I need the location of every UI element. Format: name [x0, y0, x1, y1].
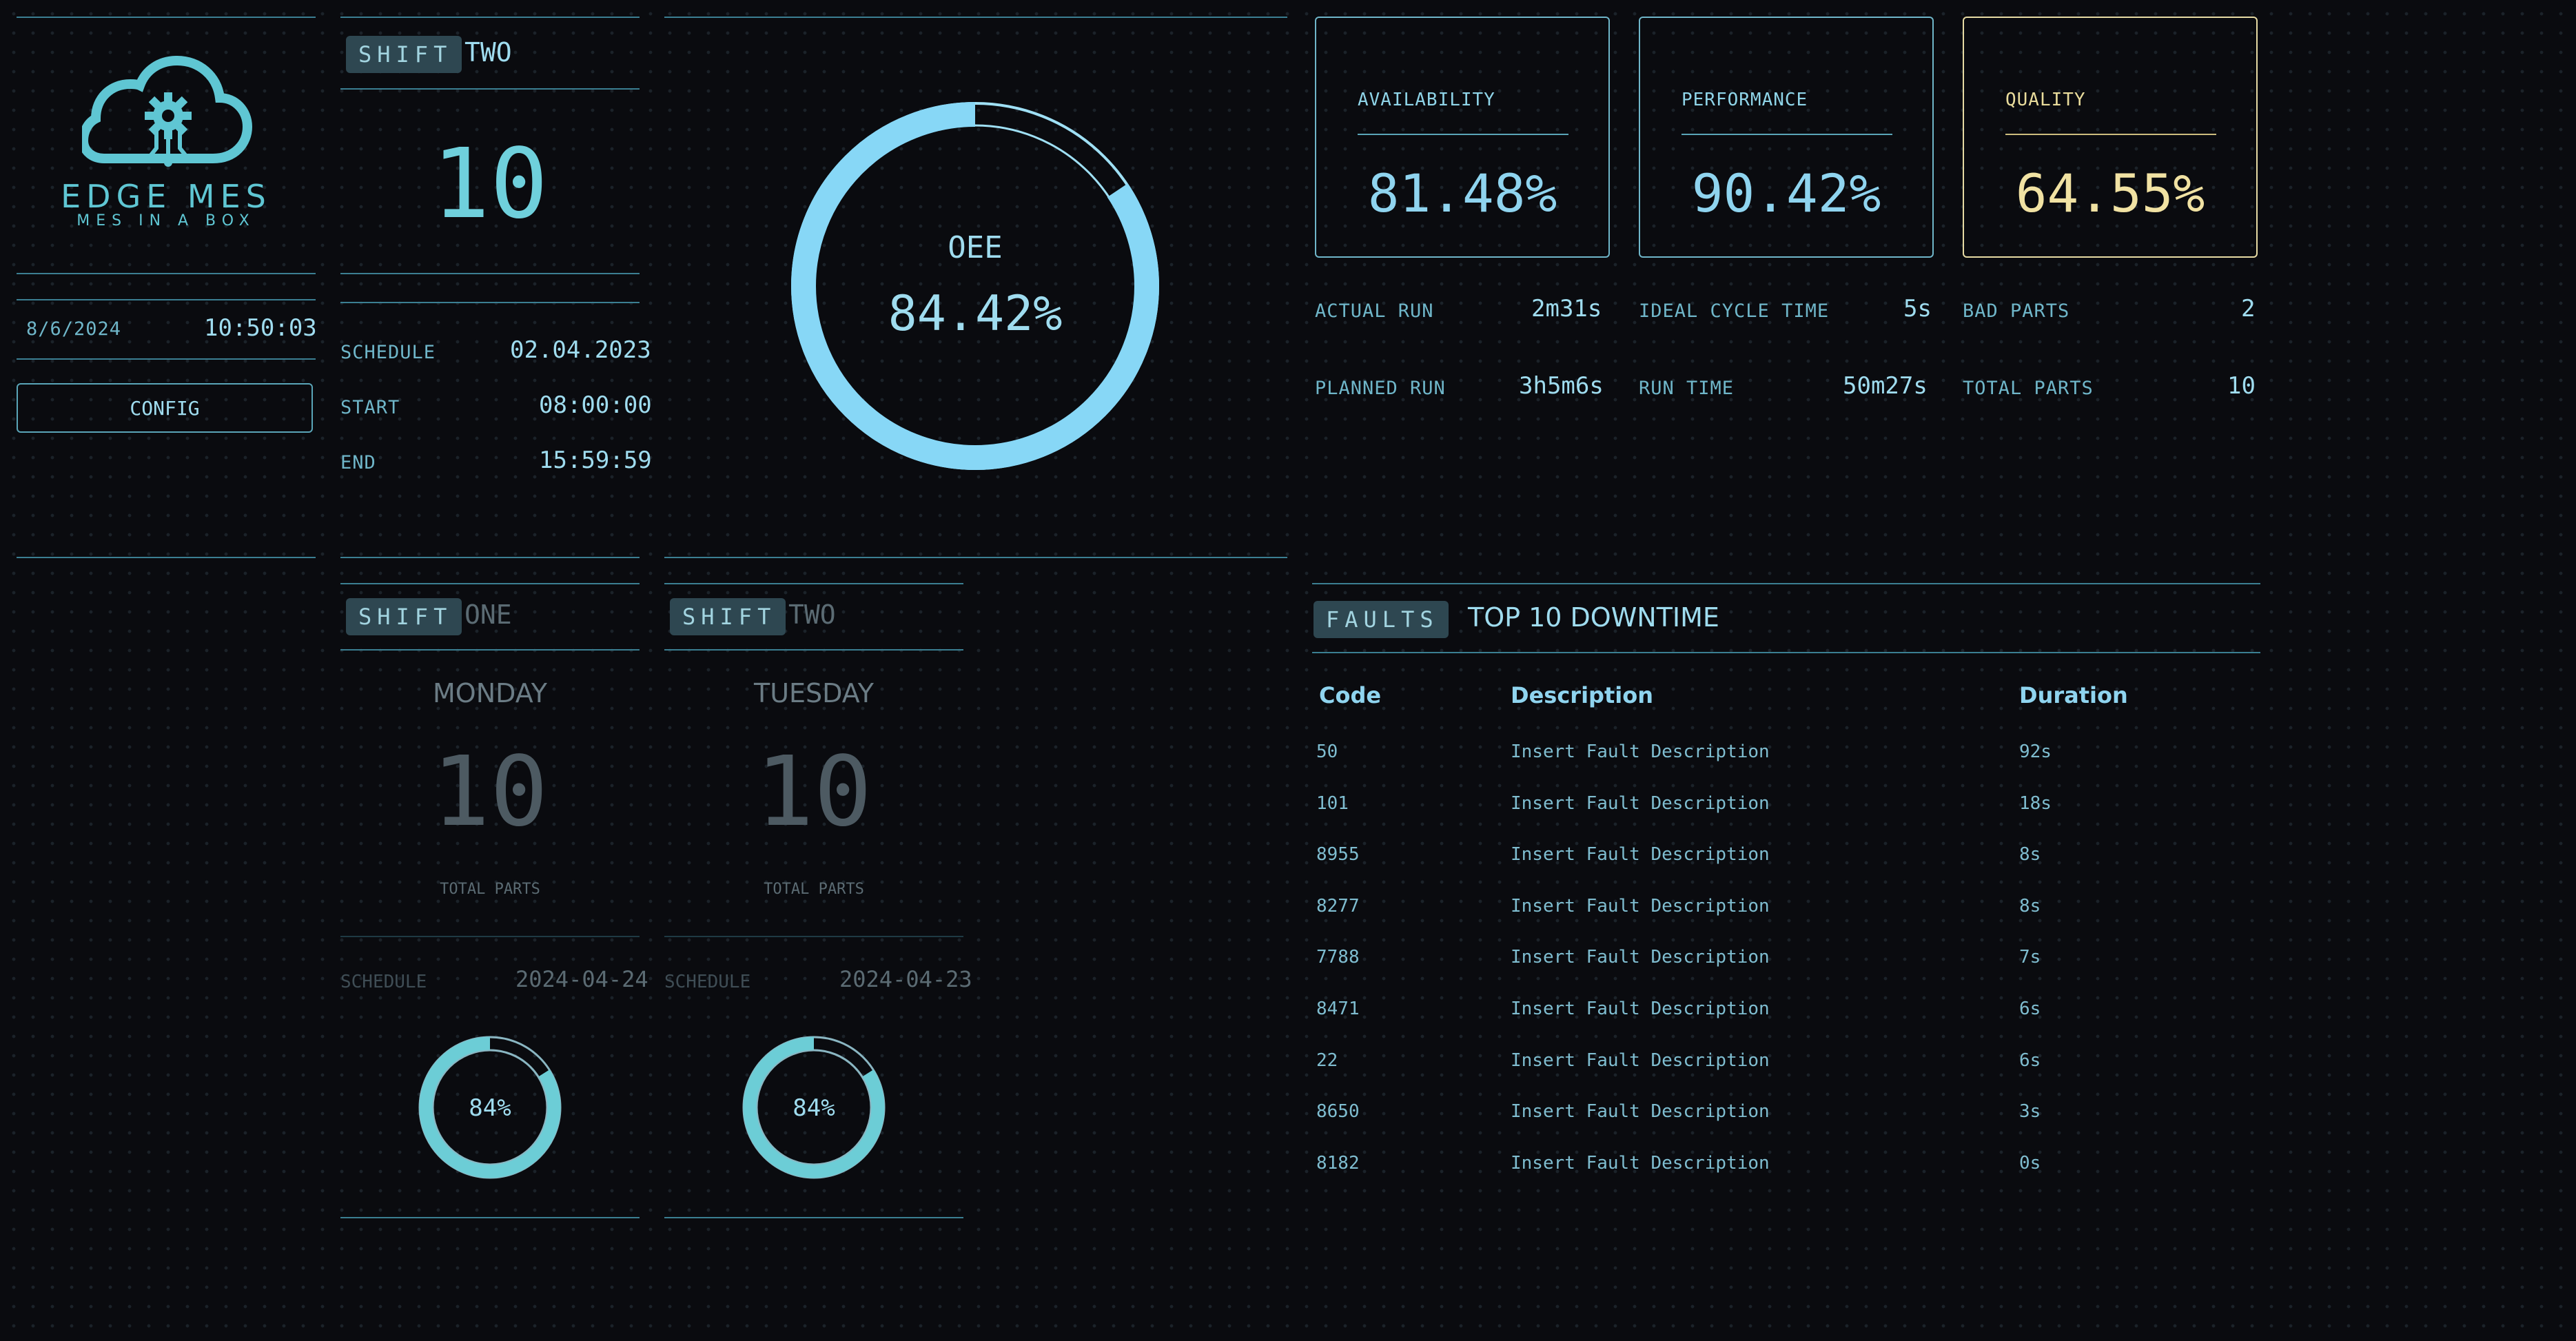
fault-dur: 6s [2019, 1050, 2041, 1071]
availability-value: 81.48% [1367, 163, 1557, 224]
oee-label: OEE [948, 230, 1003, 265]
fault-code: 7788 [1316, 947, 1360, 968]
history-shift-one-count-label: TOTAL PARTS [440, 881, 540, 898]
fault-dur: 92s [2019, 741, 2052, 762]
brand-name: EDGE MES [61, 178, 272, 215]
fault-dur: 8s [2019, 895, 2041, 917]
fault-code: 8650 [1316, 1101, 1360, 1123]
clock-time: 10:50:03 [204, 314, 317, 342]
history-shift-two-schedule-label: SCHEDULE [664, 972, 751, 992]
history-shift-one-schedule-label: SCHEDULE [340, 972, 427, 992]
run-time-label: RUN TIME [1639, 378, 1735, 399]
cloud-gear-icon [82, 55, 253, 167]
availability-card: AVAILABILITY 81.48% [1315, 17, 1610, 258]
history-shift-one-schedule: 2024-04-24 [515, 966, 648, 992]
fault-code: 101 [1316, 792, 1349, 814]
start-label: START [340, 397, 400, 418]
clock-date: 8/6/2024 [26, 318, 122, 340]
faults-col-duration: Duration [2019, 682, 2128, 708]
fault-row: 8650 Insert Fault Description 3s [1316, 1101, 2260, 1152]
history-shift-two-count: 10 [755, 736, 872, 848]
quality-label: QUALITY [2005, 90, 2086, 110]
config-button-label: CONFIG [130, 397, 200, 420]
fault-dur: 8s [2019, 844, 2041, 866]
fault-desc: Insert Fault Description [1511, 792, 1770, 814]
history-shift-two-count-label: TOTAL PARTS [764, 881, 864, 898]
actual-run-label: ACTUAL RUN [1315, 300, 1434, 322]
fault-desc: Insert Fault Description [1511, 1152, 1770, 1174]
schedule-label: SCHEDULE [340, 342, 436, 363]
fault-code: 8955 [1316, 844, 1360, 866]
history-shift-one-badge: SHIFT [346, 598, 462, 635]
oee-value: 84.42% [888, 285, 1063, 342]
current-shift-badge: SHIFT [346, 36, 462, 73]
fault-row: 8471 Insert Fault Description 6s [1316, 999, 2260, 1050]
performance-value: 90.42% [1691, 163, 1881, 224]
history-shift-one-oee: 84% [469, 1094, 511, 1122]
logo: EDGE MES MES IN A BOX [17, 55, 316, 234]
bad-parts-label: BAD PARTS [1963, 300, 2070, 322]
history-shift-two-badge: SHIFT [670, 598, 786, 635]
faults-badge: FAULTS [1313, 601, 1449, 638]
config-button[interactable]: CONFIG [17, 383, 313, 433]
performance-label: PERFORMANCE [1681, 90, 1808, 110]
brand-tagline: MES IN A BOX [76, 212, 256, 229]
fault-row: 50 Insert Fault Description 92s [1316, 741, 2260, 792]
fault-desc: Insert Fault Description [1511, 947, 1770, 968]
fault-row: 101 Insert Fault Description 18s [1316, 793, 2260, 844]
fault-dur: 6s [2019, 999, 2041, 1019]
bad-parts-value: 2 [2241, 295, 2256, 323]
availability-label: AVAILABILITY [1358, 90, 1495, 110]
quality-card: QUALITY 64.55% [1963, 17, 2258, 258]
fault-desc: Insert Fault Description [1511, 741, 1770, 762]
history-shift-two-day: TUESDAY [753, 678, 874, 708]
fault-row: 8182 Insert Fault Description 0s [1316, 1153, 2260, 1204]
faults-col-code: Code [1319, 682, 1382, 708]
history-shift-two-schedule: 2024-04-23 [839, 966, 972, 992]
history-shift-two-oee: 84% [793, 1094, 835, 1122]
quality-value: 64.55% [2015, 163, 2205, 224]
history-shift-one-day: MONDAY [433, 678, 547, 708]
planned-run-label: PLANNED RUN [1315, 378, 1446, 399]
fault-dur: 0s [2019, 1152, 2041, 1174]
fault-code: 50 [1316, 741, 1338, 762]
fault-row: 7788 Insert Fault Description 7s [1316, 947, 2260, 998]
history-shift-two-name: TWO [788, 600, 836, 630]
total-parts-value: 10 [2227, 372, 2256, 400]
fault-dur: 18s [2019, 792, 2052, 814]
fault-desc: Insert Fault Description [1511, 844, 1770, 866]
faults-title: TOP 10 DOWNTIME [1468, 602, 1719, 633]
fault-dur: 3s [2019, 1101, 2041, 1123]
current-shift-count: 10 [431, 128, 549, 240]
actual-run-value: 2m31s [1531, 295, 1602, 323]
total-parts-label: TOTAL PARTS [1963, 378, 2094, 399]
fault-dur: 7s [2019, 947, 2041, 968]
fault-code: 8277 [1316, 895, 1360, 917]
fault-desc: Insert Fault Description [1511, 1050, 1770, 1071]
fault-row: 8955 Insert Fault Description 8s [1316, 844, 2260, 895]
start-value: 08:00:00 [539, 391, 652, 419]
performance-card: PERFORMANCE 90.42% [1639, 17, 1934, 258]
fault-desc: Insert Fault Description [1511, 895, 1770, 917]
schedule-value: 02.04.2023 [510, 336, 651, 364]
fault-desc: Insert Fault Description [1511, 999, 1770, 1019]
fault-code: 22 [1316, 1050, 1338, 1071]
fault-code: 8182 [1316, 1152, 1360, 1174]
fault-row: 22 Insert Fault Description 6s [1316, 1050, 2260, 1101]
end-label: END [340, 452, 376, 473]
history-shift-one-count: 10 [431, 736, 549, 848]
run-time-value: 50m27s [1843, 372, 1928, 400]
fault-code: 8471 [1316, 999, 1360, 1019]
fault-row: 8277 Insert Fault Description 8s [1316, 896, 2260, 947]
end-value: 15:59:59 [539, 447, 652, 474]
current-shift-name: TWO [464, 37, 512, 68]
fault-desc: Insert Fault Description [1511, 1101, 1770, 1123]
history-shift-one-name: ONE [464, 600, 512, 630]
ideal-cycle-value: 5s [1903, 295, 1932, 323]
ideal-cycle-label: IDEAL CYCLE TIME [1639, 300, 1830, 322]
faults-col-description: Description [1511, 682, 1653, 708]
planned-run-value: 3h5m6s [1519, 372, 1604, 400]
